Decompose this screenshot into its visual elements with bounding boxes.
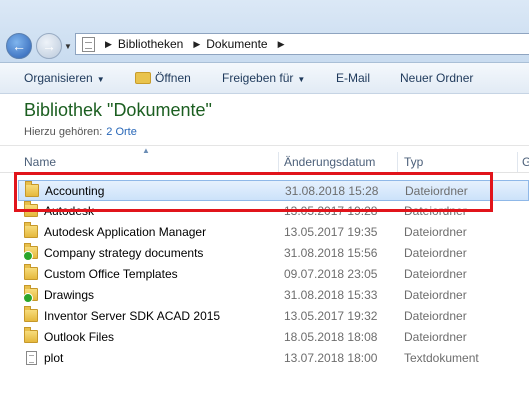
highlight-annotation [14,172,493,212]
file-date: 31.08.2018 15:33 [284,288,378,302]
open-folder-icon [135,72,151,84]
file-name: Outlook Files [44,330,115,344]
file-type: Dateiordner [404,246,467,260]
navigation-bar: ← → ▼ ▶ Bibliotheken ▶ Dokumente ▶ [0,0,529,63]
includes-label: Hierzu gehören: [24,126,103,138]
list-item[interactable]: Inventor Server SDK ACAD 2015 13.05.2017… [18,306,529,327]
share-button[interactable]: Freigeben für ▼ [222,71,305,85]
folder-sync-icon [23,243,38,261]
file-date: 13.07.2018 18:00 [284,351,378,365]
file-date: 09.07.2018 23:05 [284,267,378,281]
file-date: 13.05.2017 19:32 [284,309,378,323]
history-dropdown-icon[interactable]: ▼ [64,42,72,51]
file-name: Inventor Server SDK ACAD 2015 [44,309,221,323]
sync-status-icon [23,293,33,303]
back-button[interactable]: ← [6,33,32,59]
library-includes: Hierzu gehören: 2 Orte [24,126,137,138]
chevron-down-icon: ▼ [96,75,105,84]
file-name: Company strategy documents [44,246,204,260]
folder-icon [24,264,38,280]
file-date: 18.05.2018 18:08 [284,330,378,344]
open-button[interactable]: Öffnen [135,71,191,85]
address-bar[interactable]: ▶ Bibliotheken ▶ Dokumente ▶ [75,33,529,55]
list-item[interactable]: Custom Office Templates 09.07.2018 23:05… [18,264,529,285]
file-name: Custom Office Templates [44,267,178,281]
organize-label: Organisieren [24,71,93,85]
column-name[interactable]: Name [24,155,56,169]
breadcrumb-documents[interactable]: Dokumente [206,37,267,51]
list-item[interactable]: Autodesk Application Manager 13.05.2017 … [18,222,529,243]
folder-sync-icon [23,285,38,303]
list-item[interactable]: Company strategy documents 31.08.2018 15… [18,243,529,264]
column-type[interactable]: Typ [404,155,423,169]
list-item[interactable]: Outlook Files 18.05.2018 18:08 Dateiordn… [18,327,529,348]
chevron-right-icon[interactable]: ▶ [105,39,112,50]
column-divider[interactable] [278,152,279,172]
folder-icon [24,306,38,322]
file-type: Dateiordner [404,330,467,344]
locations-link[interactable]: 2 Orte [106,126,137,138]
library-icon [82,36,95,52]
column-divider[interactable] [517,152,518,172]
forward-button[interactable]: → [36,33,62,59]
column-extra[interactable]: G [522,155,529,169]
command-bar: Organisieren ▼ Öffnen Freigeben für ▼ E-Ma… [0,63,529,94]
back-arrow-icon: ← [12,38,26,54]
list-item[interactable]: plot 13.07.2018 18:00 Textdokument [18,348,529,369]
file-name: Drawings [44,288,95,302]
email-button[interactable]: E-Mail [336,71,370,85]
organize-button[interactable]: Organisieren ▼ [24,71,105,85]
open-label: Öffnen [155,71,191,85]
file-name: plot [44,351,64,365]
breadcrumb-libraries[interactable]: Bibliotheken [118,37,183,51]
file-type: Dateiordner [404,267,467,281]
column-divider[interactable] [397,152,398,172]
column-header: Name Änderungsdatum Typ G [0,152,529,173]
list-item[interactable]: Drawings 31.08.2018 15:33 Dateiordner [18,285,529,306]
file-type: Dateiordner [404,309,467,323]
chevron-down-icon: ▼ [297,75,306,84]
divider [0,145,529,146]
folder-icon [24,222,38,238]
chevron-right-icon[interactable]: ▶ [193,39,200,50]
file-type: Dateiordner [404,225,467,239]
column-date[interactable]: Änderungsdatum [284,155,375,169]
sync-status-icon [23,251,33,261]
file-date: 13.05.2017 19:35 [284,225,378,239]
file-date: 31.08.2018 15:56 [284,246,378,260]
file-name: Autodesk Application Manager [44,225,207,239]
new-folder-button[interactable]: Neuer Ordner [400,71,473,85]
file-type: Dateiordner [404,288,467,302]
library-title: Bibliothek "Dokumente" [24,100,212,120]
text-file-icon [26,351,37,365]
share-label: Freigeben für [222,71,294,85]
chevron-right-icon[interactable]: ▶ [278,39,285,50]
folder-icon [24,327,38,343]
file-type: Textdokument [404,351,479,365]
forward-arrow-icon: → [42,38,56,54]
